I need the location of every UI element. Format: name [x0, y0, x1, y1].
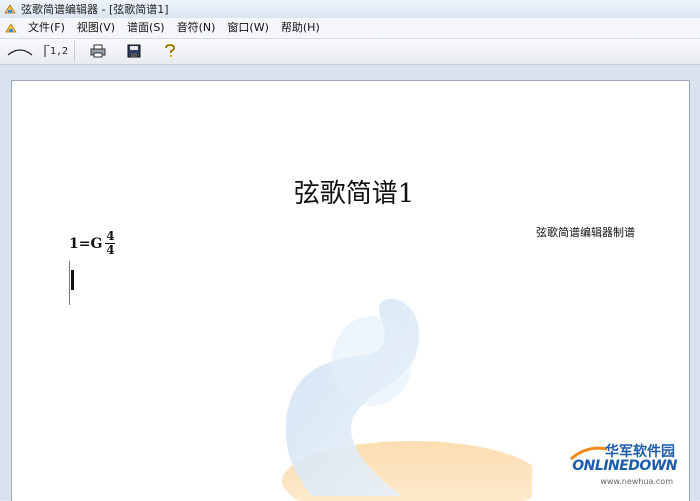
print-button[interactable]	[80, 40, 116, 62]
menu-window[interactable]: 窗口(W)	[221, 18, 274, 38]
time-numerator: 4	[106, 229, 115, 243]
save-icon	[127, 44, 141, 58]
window-title: 弦歌简谱编辑器 - [弦歌简谱1]	[21, 3, 169, 16]
key-signature[interactable]: 1=G 4 4	[69, 229, 116, 257]
toolbar: 1,2	[0, 39, 700, 65]
document-icon[interactable]	[4, 21, 18, 35]
time-denominator: 4	[106, 243, 115, 257]
toolbar-group-file	[80, 40, 188, 62]
logo-url: www.newhua.com	[600, 477, 673, 486]
menu-file[interactable]: 文件(F)	[22, 18, 71, 38]
menu-bar: 文件(F) 视图(V) 谱面(S) 音符(N) 窗口(W) 帮助(H)	[0, 18, 700, 39]
menu-score[interactable]: 谱面(S)	[121, 18, 171, 38]
help-icon	[165, 44, 176, 57]
help-button[interactable]	[152, 40, 188, 62]
time-signature: 4 4	[105, 229, 116, 257]
tuplet-label: 1,2	[49, 45, 69, 57]
score-credit[interactable]: 弦歌简谱编辑器制谱	[536, 224, 635, 240]
measure-line	[69, 261, 70, 305]
menu-note[interactable]: 音符(N)	[171, 18, 222, 38]
logo-english: ONLINEDOWN	[572, 458, 677, 474]
watermark-swirl	[282, 298, 532, 501]
score-page[interactable]: 弦歌简谱1 弦歌简谱编辑器制谱 1=G 4 4 华军软件园 ONLINEDOWN…	[11, 80, 690, 501]
toolbar-group-notation: 1,2	[2, 40, 75, 62]
score-title[interactable]: 弦歌简谱1	[12, 173, 689, 210]
app-icon	[4, 4, 16, 14]
menu-view[interactable]: 视图(V)	[71, 18, 121, 38]
slur-button[interactable]	[2, 40, 38, 62]
title-bar: 弦歌简谱编辑器 - [弦歌简谱1]	[0, 0, 700, 18]
slur-icon	[7, 49, 33, 56]
onlinedown-logo: 华军软件园 ONLINEDOWN www.newhua.com	[569, 441, 679, 491]
workspace: 弦歌简谱1 弦歌简谱编辑器制谱 1=G 4 4 华军软件园 ONLINEDOWN…	[0, 65, 700, 501]
save-button[interactable]	[116, 40, 152, 62]
key-text: 1=G	[69, 235, 103, 252]
input-cursor	[71, 270, 74, 290]
print-icon	[90, 44, 106, 58]
tuplet-button[interactable]: 1,2	[38, 40, 74, 62]
menu-help[interactable]: 帮助(H)	[275, 18, 326, 38]
